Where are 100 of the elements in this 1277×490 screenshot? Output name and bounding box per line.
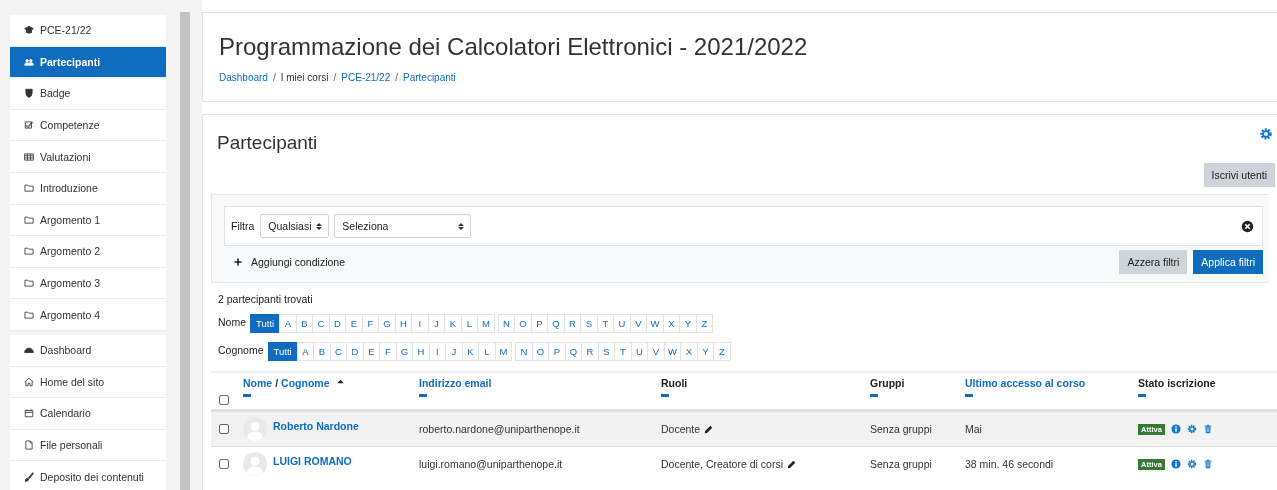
initial-link[interactable]: M (477, 314, 495, 333)
initial-link[interactable]: B (295, 314, 314, 333)
breadcrumb-link[interactable]: PCE-21/22 (341, 72, 391, 83)
initial-link[interactable]: Y (679, 314, 697, 333)
user-name-link[interactable]: LUIGI ROMANO (273, 455, 352, 467)
sort-link[interactable]: Cognome (281, 377, 330, 389)
initial-link[interactable]: L (460, 314, 479, 333)
sidebar-item[interactable]: Argomento 4 (10, 299, 166, 331)
initial-link[interactable]: N (497, 314, 516, 333)
enrol-users-button[interactable]: Iscrivi utenti (1203, 163, 1275, 187)
sidebar-item[interactable]: Dashboard (10, 334, 166, 367)
initial-link[interactable]: Q (547, 314, 565, 333)
initial-link[interactable]: B (313, 342, 331, 361)
row-checkbox[interactable] (219, 424, 229, 434)
sidebar-item[interactable]: File personali (10, 429, 166, 462)
initial-link[interactable]: X (662, 314, 681, 333)
sidebar-item[interactable]: Calendario (10, 398, 166, 430)
trash-icon[interactable] (1202, 459, 1213, 469)
initial-link[interactable]: R (581, 342, 599, 361)
initial-link[interactable]: P (530, 314, 549, 333)
column-title[interactable]: Stato iscrizione (1138, 377, 1216, 389)
initial-link[interactable]: P (548, 342, 566, 361)
initial-link[interactable]: K (444, 314, 462, 333)
initial-link[interactable]: Tutti (267, 342, 298, 361)
sidebar-item[interactable]: Home del sito (10, 366, 166, 399)
pencil-icon[interactable] (787, 459, 796, 469)
initial-link[interactable]: D (346, 342, 364, 361)
settings-icon[interactable] (1186, 424, 1197, 434)
initial-link[interactable]: S (580, 314, 598, 333)
initial-link[interactable]: M (494, 342, 513, 361)
initial-link[interactable]: Tutti (250, 314, 281, 333)
sort-link[interactable]: Ultimo accesso al corso (965, 377, 1086, 389)
apply-filters-button[interactable]: Applica filtri (1193, 250, 1263, 274)
initial-link[interactable]: U (613, 314, 631, 333)
initial-link[interactable]: W (663, 342, 682, 361)
clear-filters-button[interactable]: Azzera filtri (1119, 250, 1188, 274)
scrollbar[interactable] (180, 12, 190, 490)
breadcrumb-link[interactable]: Partecipanti (403, 72, 456, 83)
initial-link[interactable]: O (514, 314, 532, 333)
sidebar-item[interactable]: Valutazioni (10, 141, 166, 173)
sidebar-item[interactable]: Argomento 2 (10, 236, 166, 268)
initial-link[interactable]: E (345, 314, 363, 333)
sort-link[interactable]: Indirizzo email (419, 377, 492, 389)
initial-link[interactable]: K (461, 342, 480, 361)
column-title[interactable]: Ruoli (661, 377, 688, 389)
initial-link[interactable]: X (680, 342, 698, 361)
select-all-checkbox[interactable] (219, 395, 229, 405)
initial-link[interactable]: J (445, 342, 463, 361)
match-select[interactable]: Qualsiasi (260, 214, 330, 238)
initial-link[interactable]: W (646, 314, 664, 333)
initial-link[interactable]: G (395, 342, 414, 361)
field-select[interactable]: Seleziona (334, 214, 472, 238)
pencil-icon[interactable] (704, 424, 714, 434)
sidebar-item[interactable]: Argomento 3 (10, 267, 166, 300)
sidebar-item[interactable]: Competenze (10, 109, 166, 142)
initial-link[interactable]: S (597, 342, 616, 361)
initial-link[interactable]: T (614, 342, 632, 361)
initial-link[interactable]: H (412, 342, 430, 361)
initial-link[interactable]: L (478, 342, 496, 361)
add-condition-link[interactable]: Aggiungi condizione (224, 256, 345, 268)
row-checkbox[interactable] (219, 459, 229, 469)
initial-link[interactable]: Y (696, 342, 715, 361)
initial-link[interactable]: Q (564, 342, 583, 361)
initial-link[interactable]: I (411, 314, 429, 333)
sidebar-item[interactable]: Partecipanti (10, 46, 166, 79)
breadcrumb-link[interactable]: Dashboard (219, 72, 268, 83)
initial-link[interactable]: V (629, 314, 648, 333)
sidebar-item[interactable]: Deposito dei contenuti (10, 461, 166, 490)
initial-link[interactable]: V (647, 342, 665, 361)
sidebar-item[interactable]: Argomento 1 (10, 204, 166, 237)
initial-link[interactable]: H (394, 314, 413, 333)
initial-link[interactable]: C (312, 314, 330, 333)
initial-link[interactable]: F (361, 314, 380, 333)
trash-icon[interactable] (1202, 424, 1213, 434)
close-icon[interactable] (1241, 219, 1254, 233)
initial-link[interactable]: T (596, 314, 615, 333)
initial-link[interactable]: R (563, 314, 582, 333)
settings-icon[interactable] (1259, 127, 1273, 141)
initial-link[interactable]: Z (713, 342, 731, 361)
column-title[interactable]: Gruppi (870, 377, 905, 389)
initial-link[interactable]: U (630, 342, 649, 361)
initial-link[interactable]: G (378, 314, 396, 333)
initial-link[interactable]: C (329, 342, 348, 361)
initial-link[interactable]: E (362, 342, 381, 361)
initial-link[interactable]: O (531, 342, 550, 361)
initial-link[interactable]: N (515, 342, 533, 361)
initial-link[interactable]: F (379, 342, 397, 361)
sidebar-item[interactable]: Introduzione (10, 172, 166, 205)
sidebar-item[interactable]: PCE-21/22 (10, 15, 166, 47)
initial-link[interactable]: Z (695, 314, 714, 333)
info-icon[interactable] (1170, 424, 1181, 434)
info-icon[interactable] (1170, 459, 1181, 469)
initial-link[interactable]: A (279, 314, 297, 333)
user-name-link[interactable]: Roberto Nardone (273, 420, 359, 432)
initial-link[interactable]: J (427, 314, 446, 333)
breadcrumb-text[interactable]: I miei corsi (280, 72, 329, 83)
initial-link[interactable]: D (328, 314, 347, 333)
sidebar-item[interactable]: Badge (10, 78, 166, 110)
sort-link[interactable]: Nome (243, 377, 273, 389)
initial-link[interactable]: I (428, 342, 447, 361)
